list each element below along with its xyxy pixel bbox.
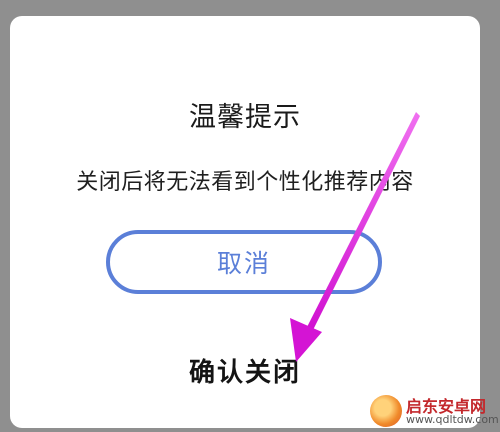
watermark-logo-icon (370, 395, 402, 427)
dialog-message: 关闭后将无法看到个性化推荐内容 (76, 170, 414, 195)
watermark-url: www.qdltdw.com (406, 413, 499, 426)
warm-tip-dialog: 温馨提示 关闭后将无法看到个性化推荐内容 取消 确认关闭 (10, 16, 480, 428)
confirm-close-button[interactable]: 确认关闭 (10, 352, 480, 389)
watermark: 启东安卓网 www.qdltdw.com (370, 393, 499, 431)
cancel-button[interactable]: 取消 (106, 230, 382, 294)
dialog-title: 温馨提示 (189, 102, 301, 133)
screen: 温馨提示 关闭后将无法看到个性化推荐内容 取消 确认关闭 启东安卓网 www.q… (0, 0, 500, 432)
